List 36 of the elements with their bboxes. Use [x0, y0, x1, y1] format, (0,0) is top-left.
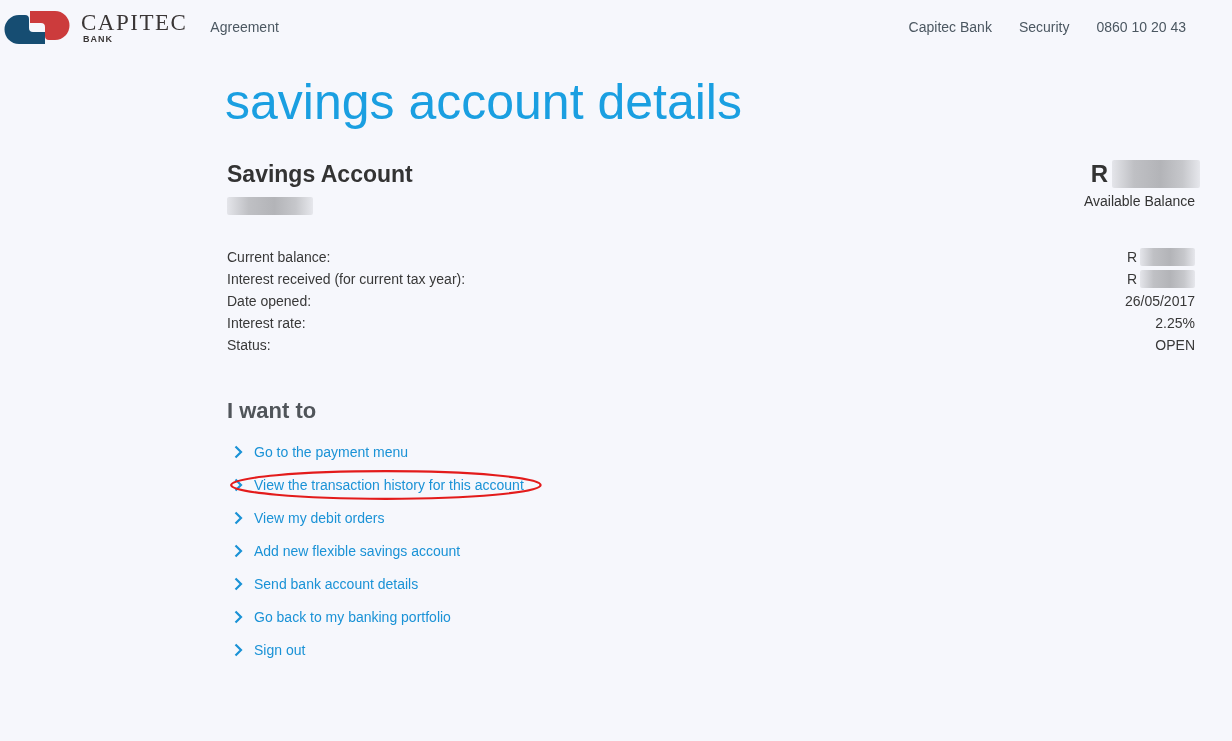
chevron-icon — [234, 477, 243, 492]
detail-value: OPEN — [1155, 336, 1195, 355]
nav-link[interactable]: Capitec Bank — [908, 19, 992, 35]
action-link[interactable]: Add new flexible savings account — [234, 542, 461, 559]
nav-link[interactable]: Agreement — [210, 19, 279, 35]
detail-value: 2.25% — [1155, 314, 1195, 333]
nav-link[interactable]: 0860 10 20 43 — [1096, 19, 1186, 35]
detail-value: R — [1126, 270, 1137, 289]
chevron-icon — [234, 609, 243, 624]
account-name: Savings Account — [227, 160, 413, 188]
detail-label: Current balance: — [227, 248, 332, 267]
page-title: savings account details — [225, 74, 743, 130]
detail-label: Interest received (for current tax year): — [227, 270, 467, 289]
balance-label: Available Balance — [1083, 192, 1195, 211]
detail-label: Interest rate: — [227, 314, 307, 333]
detail-value: R — [1126, 248, 1137, 267]
chevron-icon — [234, 543, 243, 558]
nav-link[interactable]: Security — [1018, 19, 1070, 35]
detail-value: 26/05/2017 — [1124, 292, 1195, 311]
action-link[interactable]: View the transaction history for this account — [234, 476, 524, 493]
action-link[interactable]: Go to the payment menu — [234, 443, 409, 460]
balance-currency: R — [1090, 160, 1108, 188]
logo-subtitle: BANK — [83, 34, 114, 44]
chevron-icon — [234, 444, 243, 459]
section-heading: I want to — [227, 397, 318, 425]
logo-icon — [4, 10, 70, 44]
chevron-icon — [234, 510, 243, 525]
action-link[interactable]: View my debit orders — [234, 509, 385, 526]
detail-label: Date opened: — [227, 292, 313, 311]
action-link[interactable]: Sign out — [234, 641, 306, 658]
action-link[interactable]: Go back to my banking portfolio — [234, 608, 451, 625]
action-link[interactable]: Send bank account details — [234, 575, 419, 592]
detail-label: Status: — [227, 336, 272, 355]
logo-wordmark: CAPITEC — [81, 10, 188, 34]
chevron-icon — [234, 576, 243, 591]
chevron-icon — [234, 642, 243, 657]
